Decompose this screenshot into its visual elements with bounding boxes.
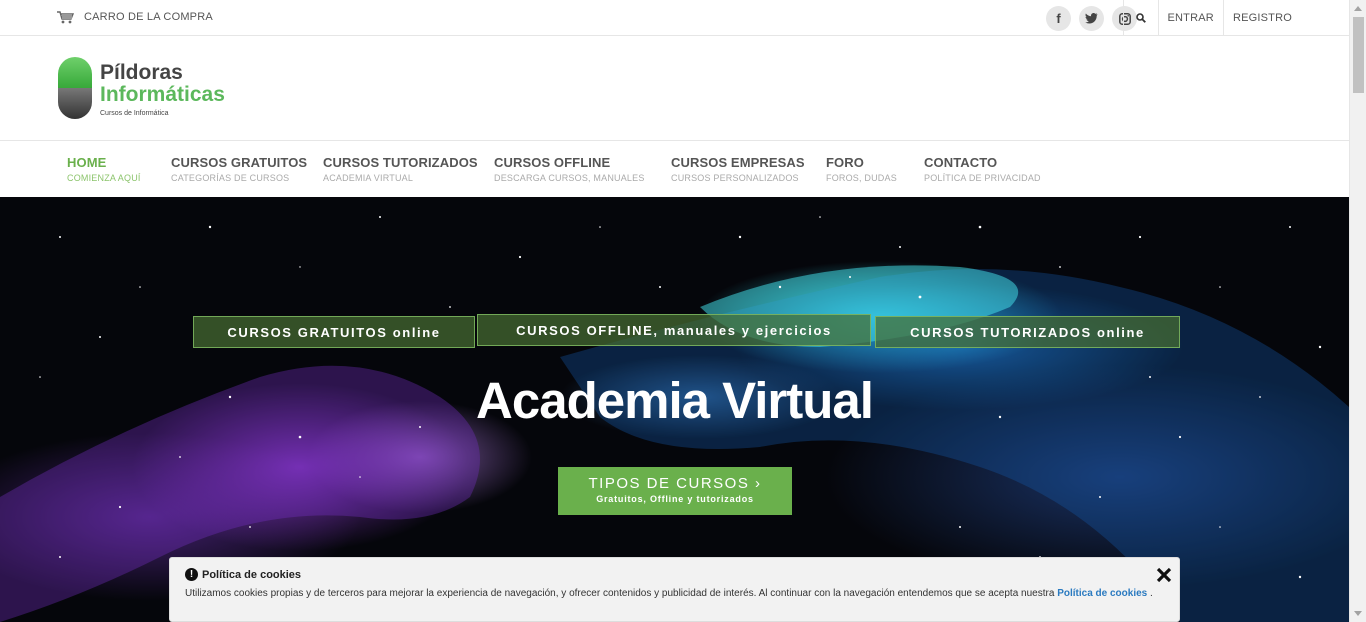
- nav-item-home[interactable]: HOME COMIENZA AQUÍ: [67, 155, 141, 183]
- site-logo[interactable]: Píldoras Informáticas Cursos de Informát…: [58, 57, 225, 119]
- main-nav: HOME COMIENZA AQUÍ CURSOS GRATUITOS CATE…: [0, 141, 1349, 197]
- register-link[interactable]: REGISTRO: [1224, 12, 1301, 24]
- nav-item-label: CURSOS OFFLINE: [494, 155, 611, 170]
- scroll-up-arrow-icon[interactable]: [1354, 6, 1362, 11]
- nav-item-label: CURSOS EMPRESAS: [671, 155, 805, 170]
- cookie-text: Utilizamos cookies propias y de terceros…: [185, 588, 1058, 599]
- nav-item-label: CURSOS TUTORIZADOS: [323, 155, 478, 170]
- info-icon: !: [185, 568, 198, 581]
- nav-item-cursos-gratuitos[interactable]: CURSOS GRATUITOS CATEGORÍAS DE CURSOS: [171, 155, 307, 183]
- shopping-cart-icon: [57, 11, 74, 24]
- nav-item-label: CONTACTO: [924, 155, 998, 170]
- nav-item-label: HOME: [67, 155, 107, 170]
- tutored-courses-button[interactable]: CURSOS TUTORIZADOS online: [875, 316, 1180, 348]
- nav-item-sub: COMIENZA AQUÍ: [67, 173, 141, 183]
- account-links: ENTRAR REGISTRO: [1122, 0, 1302, 35]
- nav-item-label: CURSOS GRATUITOS: [171, 155, 308, 170]
- logo-line-1: Píldoras: [100, 61, 183, 84]
- twitter-icon[interactable]: [1079, 6, 1104, 31]
- nav-item-sub: ACADEMIA VIRTUAL: [323, 173, 414, 183]
- cookie-title-row: ! Política de cookies: [185, 568, 301, 581]
- offline-courses-button[interactable]: CURSOS OFFLINE, manuales y ejercicios: [477, 314, 871, 346]
- cart-link[interactable]: CARRO DE LA COMPRA: [56, 10, 213, 24]
- logo-tagline: Cursos de Informática: [100, 110, 169, 117]
- nav-item-sub: DESCARGA CURSOS, MANUALES: [494, 173, 645, 183]
- cta-sub: Gratuitos, Offline y tutorizados: [596, 494, 754, 504]
- nav-item-foro[interactable]: FORO FOROS, DUDAS: [826, 155, 897, 183]
- nav-item-label: FORO: [826, 155, 864, 170]
- cookie-banner: ! Política de cookies Utilizamos cookies…: [169, 557, 1180, 622]
- site-header: Píldoras Informáticas Cursos de Informát…: [0, 36, 1349, 141]
- cookie-text-block: Utilizamos cookies propias y de terceros…: [185, 586, 1155, 601]
- logo-line-2: Informáticas: [100, 83, 225, 106]
- pill-logo-icon: [58, 57, 92, 119]
- close-icon[interactable]: [1155, 566, 1173, 584]
- scroll-down-arrow-icon[interactable]: [1354, 611, 1362, 616]
- nav-item-cursos-empresas[interactable]: CURSOS EMPRESAS CURSOS PERSONALIZADOS: [671, 155, 805, 183]
- nav-item-cursos-tutorizados[interactable]: CURSOS TUTORIZADOS ACADEMIA VIRTUAL: [323, 155, 478, 183]
- login-link[interactable]: ENTRAR: [1159, 12, 1223, 24]
- nav-item-cursos-offline[interactable]: CURSOS OFFLINE DESCARGA CURSOS, MANUALES: [494, 155, 645, 183]
- nav-item-contacto[interactable]: CONTACTO POLÍTICA DE PRIVACIDAD: [924, 155, 1041, 183]
- page: CARRO DE LA COMPRA f ENTRAR REGISTRO Píl…: [0, 0, 1349, 622]
- nav-item-sub: CATEGORÍAS DE CURSOS: [171, 173, 290, 183]
- cookie-text-end: .: [1147, 588, 1153, 599]
- top-bar: CARRO DE LA COMPRA f ENTRAR REGISTRO: [0, 0, 1349, 36]
- hero-title: Academia Virtual: [476, 372, 874, 429]
- course-types-button[interactable]: TIPOS DE CURSOS › Gratuitos, Offline y t…: [558, 467, 792, 515]
- search-icon[interactable]: [1124, 12, 1158, 23]
- cta-label: TIPOS DE CURSOS ›: [588, 475, 762, 492]
- cookie-policy-link[interactable]: Política de cookies: [1057, 588, 1147, 599]
- scroll-thumb[interactable]: [1353, 17, 1364, 93]
- cookie-title: Política de cookies: [202, 568, 302, 581]
- nav-item-sub: POLÍTICA DE PRIVACIDAD: [924, 173, 1041, 183]
- free-courses-button[interactable]: CURSOS GRATUITOS online: [193, 316, 475, 348]
- cart-label: CARRO DE LA COMPRA: [84, 11, 213, 23]
- twitter-bird-icon: [1085, 13, 1098, 24]
- page-scrollbar[interactable]: [1349, 0, 1366, 622]
- nav-item-sub: FOROS, DUDAS: [826, 173, 897, 183]
- facebook-icon[interactable]: f: [1046, 6, 1071, 31]
- nav-item-sub: CURSOS PERSONALIZADOS: [671, 173, 799, 183]
